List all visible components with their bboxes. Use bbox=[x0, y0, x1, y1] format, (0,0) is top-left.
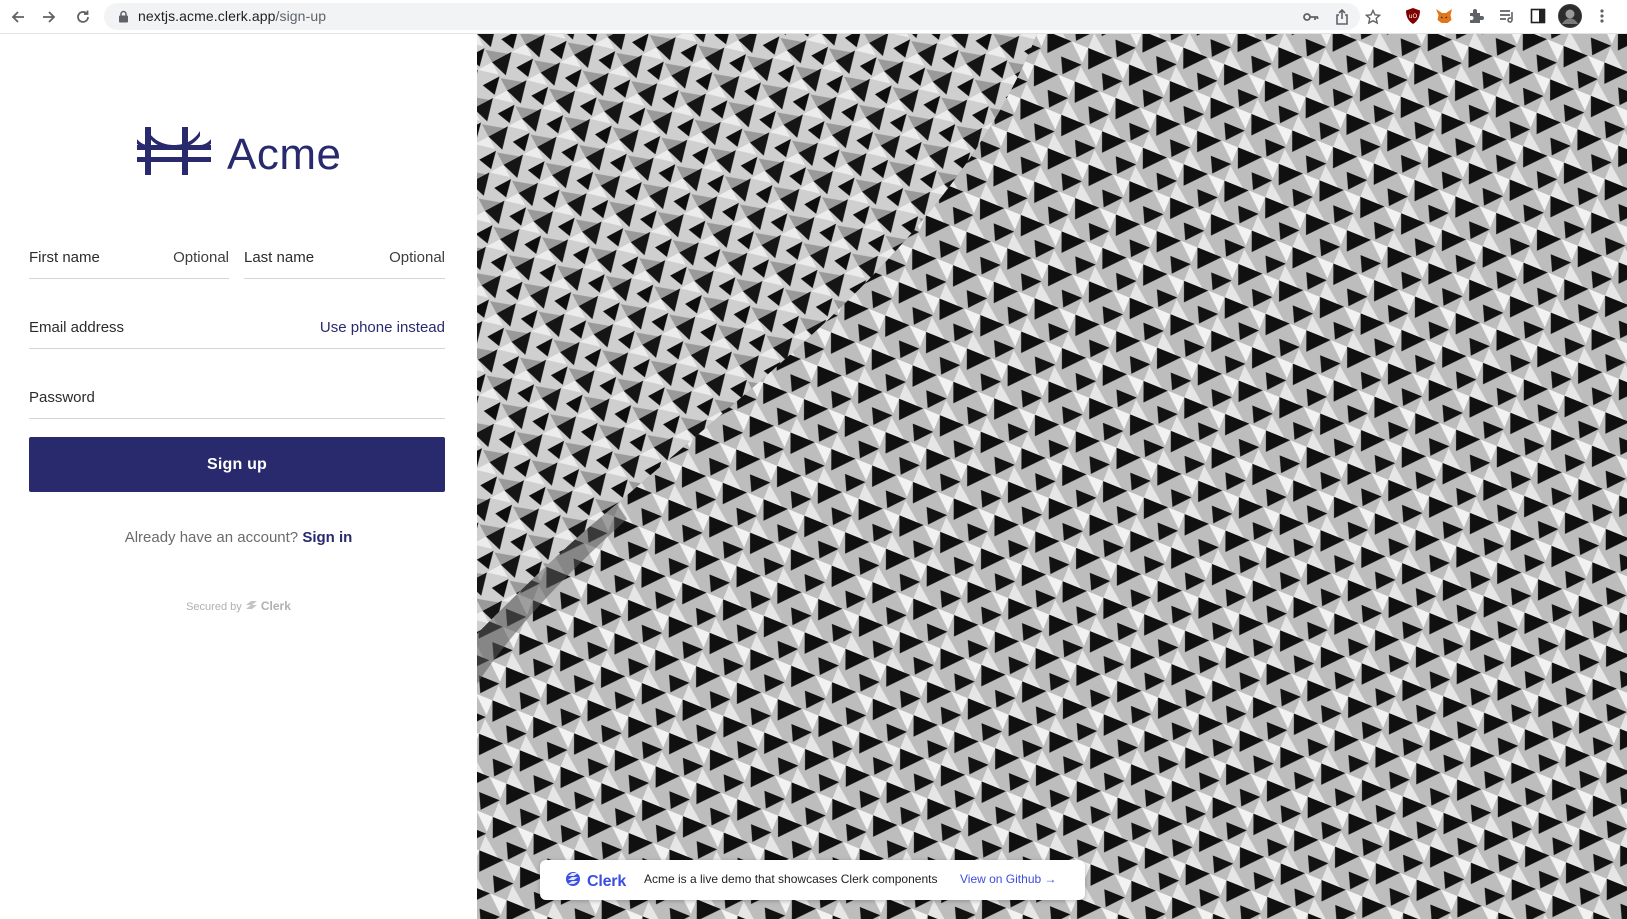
sign-up-button[interactable]: Sign up bbox=[29, 437, 445, 492]
last-name-label: Last name bbox=[244, 249, 315, 266]
forward-icon[interactable] bbox=[37, 5, 61, 29]
reading-list-icon[interactable] bbox=[1497, 6, 1517, 26]
key-icon[interactable] bbox=[1302, 8, 1320, 26]
first-name-label: First name bbox=[29, 249, 100, 266]
bridge-logo-icon bbox=[135, 127, 213, 182]
url-path: /sign-up bbox=[275, 8, 327, 24]
hero-image bbox=[477, 34, 1627, 919]
email-label: Email address bbox=[29, 319, 125, 336]
metamask-icon[interactable] bbox=[1434, 6, 1454, 26]
clerk-banner-logo[interactable]: Clerk bbox=[563, 871, 626, 892]
first-name-optional: Optional bbox=[173, 249, 229, 266]
clerk-mark-icon bbox=[245, 600, 258, 614]
last-name-field[interactable]: Last name Optional bbox=[244, 243, 445, 279]
brand-name: Acme bbox=[227, 129, 342, 179]
browser-toolbar: nextjs.acme.clerk.app/sign-up uO bbox=[0, 0, 1627, 34]
clerk-brand-name: Clerk bbox=[587, 872, 627, 890]
address-bar[interactable]: nextjs.acme.clerk.app/sign-up bbox=[104, 3, 1381, 30]
password-field[interactable]: Password bbox=[29, 383, 445, 419]
secured-by-clerk[interactable]: Secured by Clerk bbox=[0, 599, 477, 614]
password-label: Password bbox=[29, 389, 95, 406]
extensions-icon[interactable] bbox=[1466, 6, 1486, 26]
menu-icon[interactable] bbox=[1592, 6, 1612, 26]
reload-icon[interactable] bbox=[71, 5, 95, 29]
star-icon[interactable] bbox=[1364, 8, 1382, 26]
already-text: Already have an account? bbox=[124, 529, 299, 546]
secured-brand: Clerk bbox=[260, 599, 291, 613]
share-icon[interactable] bbox=[1333, 8, 1351, 26]
url-text: nextjs.acme.clerk.app/sign-up bbox=[138, 8, 326, 24]
view-on-github-link[interactable]: View on Github → bbox=[960, 872, 1057, 886]
side-panel-icon[interactable] bbox=[1528, 6, 1548, 26]
first-name-field[interactable]: First name Optional bbox=[29, 243, 229, 279]
clerk-demo-banner: Clerk Acme is a live demo that showcases… bbox=[540, 860, 1085, 900]
last-name-optional: Optional bbox=[389, 249, 445, 266]
architectural-facade-image bbox=[477, 34, 1627, 919]
brand-logo: Acme bbox=[135, 127, 342, 182]
sign-up-panel: Acme First name Optional Last name Optio… bbox=[0, 34, 477, 919]
svg-text:uO: uO bbox=[1409, 13, 1418, 20]
profile-avatar[interactable] bbox=[1558, 4, 1582, 28]
back-icon[interactable] bbox=[6, 5, 30, 29]
sign-in-prompt: Already have an account? Sign in bbox=[0, 529, 477, 546]
clerk-logo-icon bbox=[563, 871, 583, 892]
email-field[interactable]: Email address Use phone instead bbox=[29, 313, 445, 349]
banner-message: Acme is a live demo that showcases Clerk… bbox=[644, 872, 938, 886]
ublock-icon[interactable]: uO bbox=[1403, 6, 1423, 26]
lock-icon[interactable] bbox=[118, 10, 129, 28]
url-host: nextjs.acme.clerk.app bbox=[138, 8, 276, 24]
use-phone-link[interactable]: Use phone instead bbox=[320, 319, 445, 336]
sign-in-link[interactable]: Sign in bbox=[302, 529, 352, 546]
secured-by-text: Secured by bbox=[186, 601, 242, 613]
